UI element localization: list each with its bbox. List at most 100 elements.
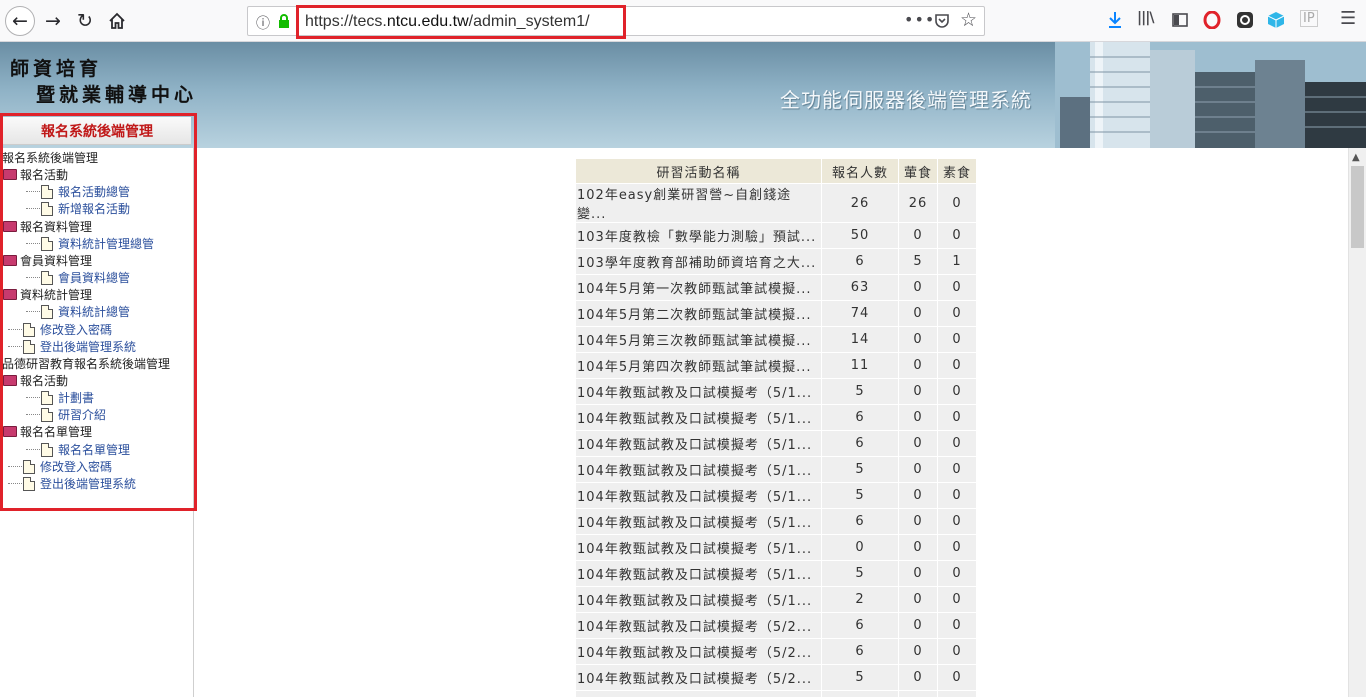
- cell-activity-name: 104年教甄試教及口試模擬考（5/1...: [576, 483, 821, 508]
- tree-folder[interactable]: 報名活動: [3, 373, 68, 390]
- tree-link[interactable]: 會員資料總管: [26, 270, 130, 287]
- tree-connector: [26, 242, 40, 244]
- buildings-image: [1055, 42, 1366, 148]
- cell-activity-name: 104年教甄試教及口試模擬考（5/1...: [576, 587, 821, 612]
- info-icon[interactable]: ⓘ: [256, 13, 270, 33]
- url-bar[interactable]: ⓘ https://tecs.ntcu.edu.tw/admin_system1…: [247, 5, 985, 39]
- back-button[interactable]: ←: [5, 6, 35, 36]
- tree-link[interactable]: 修改登入密碼: [8, 459, 112, 476]
- main-content: 研習活動名稱 報名人數 葷食 素食 102年easy創業研習營~自創錢途 變..…: [195, 148, 1348, 697]
- page-scrollbar[interactable]: ▲: [1348, 148, 1366, 697]
- page-icon: [41, 442, 53, 457]
- tree-link-label[interactable]: 登出後端管理系統: [40, 477, 136, 491]
- url-text[interactable]: https://tecs.ntcu.edu.tw/admin_system1/: [305, 13, 590, 31]
- cell-veg-meal: 0: [938, 405, 976, 430]
- tree-folder-label: 報名資料管理: [20, 219, 93, 234]
- cell-activity-name: 104年教甄試教及口試模擬考（5/2...: [576, 613, 821, 638]
- cell-meat-meal: 0: [899, 535, 937, 560]
- tree-link[interactable]: 修改登入密碼: [8, 322, 112, 339]
- tree-folder-label: 報名活動: [20, 373, 69, 388]
- tree-folder[interactable]: 報名活動: [3, 167, 68, 184]
- tree-link-label[interactable]: 研習介紹: [58, 408, 106, 422]
- cell-meat-meal: 0: [899, 483, 937, 508]
- cell-meat-meal: 0: [899, 639, 937, 664]
- cell-veg-meal: 0: [938, 379, 976, 404]
- tree-link-label[interactable]: 新增報名活動: [58, 202, 130, 216]
- folder-icon: [3, 426, 17, 438]
- pocket-icon[interactable]: [934, 13, 950, 29]
- tree-link-label[interactable]: 資料統計總管: [58, 305, 130, 319]
- tree-link[interactable]: 資料統計管理總管: [26, 236, 154, 253]
- table-row: 104年教甄試教及口試模擬考（5/1... 6 0 0: [576, 431, 976, 456]
- home-button[interactable]: [102, 6, 132, 36]
- tree-link[interactable]: 報名活動總管: [26, 184, 130, 201]
- browser-toolbar: ← → ↻ ⓘ https://tecs.ntcu.edu.tw/admin_s…: [0, 0, 1366, 42]
- tree-root-label: 品德研習教育報名系統後端管理: [2, 356, 171, 371]
- tree-link[interactable]: 資料統計總管: [26, 304, 130, 321]
- reload-icon: ↻: [77, 10, 93, 32]
- reload-button[interactable]: ↻: [70, 6, 100, 36]
- table-row: 104年教甄試教及口試模擬考（5/1... 6 0 0: [576, 509, 976, 534]
- cell-meat-meal: 0: [899, 431, 937, 456]
- tree-folder[interactable]: 報名名單管理: [3, 424, 92, 441]
- tree-link-label[interactable]: 修改登入密碼: [40, 460, 112, 474]
- tree-link[interactable]: 計劃書: [26, 390, 94, 407]
- tree-link[interactable]: 新增報名活動: [26, 201, 130, 218]
- tree-connector: [26, 277, 40, 279]
- tree-folder[interactable]: 報名資料管理: [3, 219, 92, 236]
- cell-registrant-count: 5: [822, 561, 898, 586]
- tree-folder-label: 報名名單管理: [20, 425, 93, 440]
- tree-link[interactable]: 報名名單管理: [26, 442, 130, 459]
- sidebar-icon[interactable]: [1172, 12, 1188, 28]
- ip-extension-icon[interactable]: IP: [1300, 10, 1318, 27]
- cell-registrant-count: 6: [822, 431, 898, 456]
- table-header-row: 研習活動名稱 報名人數 葷食 素食: [576, 159, 976, 183]
- cell-meat-meal: 0: [899, 223, 937, 248]
- table-row: 104年5月第二次教師甄試筆試模擬... 74 0 0: [576, 301, 976, 326]
- page-actions-button[interactable]: •••: [904, 10, 935, 29]
- extension-icon[interactable]: [1236, 11, 1254, 29]
- cell-activity-name: 103學年度教育部補助師資培育之大...: [576, 249, 821, 274]
- table-row: 104年教甄試教及口試模擬考（5/1... 0 0 0: [576, 535, 976, 560]
- cell-meat-meal: 0: [899, 691, 937, 697]
- tree-connector: [8, 465, 22, 467]
- arrow-left-icon: ←: [12, 10, 28, 32]
- table-row: 104年教甄試教及口試模擬考（5/2... 6 0 0: [576, 613, 976, 638]
- library-icon[interactable]: |||\: [1137, 10, 1154, 26]
- tree-link[interactable]: 研習介紹: [26, 407, 106, 424]
- scroll-up-icon[interactable]: ▲: [1352, 152, 1360, 163]
- bookmark-star-icon[interactable]: ☆: [960, 9, 977, 31]
- cell-activity-name: 104年教甄試教及口試模擬考（5/2...: [576, 639, 821, 664]
- logo-line1: 師資培育: [10, 58, 103, 80]
- table-row: 104年教甄試教及口試模擬考（5/1... 5 0 0: [576, 457, 976, 482]
- opera-extension-icon[interactable]: [1203, 11, 1221, 29]
- cell-veg-meal: 0: [938, 639, 976, 664]
- tree-link-label[interactable]: 資料統計管理總管: [58, 237, 154, 251]
- cell-meat-meal: 0: [899, 353, 937, 378]
- tree-folder[interactable]: 資料統計管理: [3, 287, 92, 304]
- tree-link-label[interactable]: 會員資料總管: [58, 271, 130, 285]
- tree-link-label[interactable]: 修改登入密碼: [40, 323, 112, 337]
- cell-meat-meal: 0: [899, 327, 937, 352]
- download-icon[interactable]: [1107, 11, 1123, 29]
- tree-link[interactable]: 登出後端管理系統: [8, 476, 136, 493]
- tree-link-label[interactable]: 登出後端管理系統: [40, 340, 136, 354]
- tree-link[interactable]: 登出後端管理系統: [8, 339, 136, 356]
- page-icon: [23, 459, 35, 474]
- tree-link-label[interactable]: 報名活動總管: [58, 185, 130, 199]
- scroll-thumb[interactable]: [1351, 166, 1364, 248]
- cell-registrant-count: 6: [822, 639, 898, 664]
- tree-folder[interactable]: 會員資料管理: [3, 253, 92, 270]
- page-icon: [41, 271, 53, 286]
- cube-extension-icon[interactable]: [1267, 11, 1285, 29]
- menu-icon[interactable]: ☰: [1340, 8, 1356, 29]
- cell-registrant-count: 5: [822, 379, 898, 404]
- tree-root-label: 報名系統後端管理: [2, 151, 99, 165]
- table-row: 104年教甄試教及口試模擬考（6/2...100: [576, 691, 976, 697]
- page-icon: [23, 339, 35, 354]
- cell-veg-meal: 0: [938, 223, 976, 248]
- tree-link-label[interactable]: 報名名單管理: [58, 443, 130, 457]
- forward-button[interactable]: →: [38, 6, 68, 36]
- tree-link-label[interactable]: 計劃書: [58, 391, 94, 405]
- cell-registrant-count: 14: [822, 327, 898, 352]
